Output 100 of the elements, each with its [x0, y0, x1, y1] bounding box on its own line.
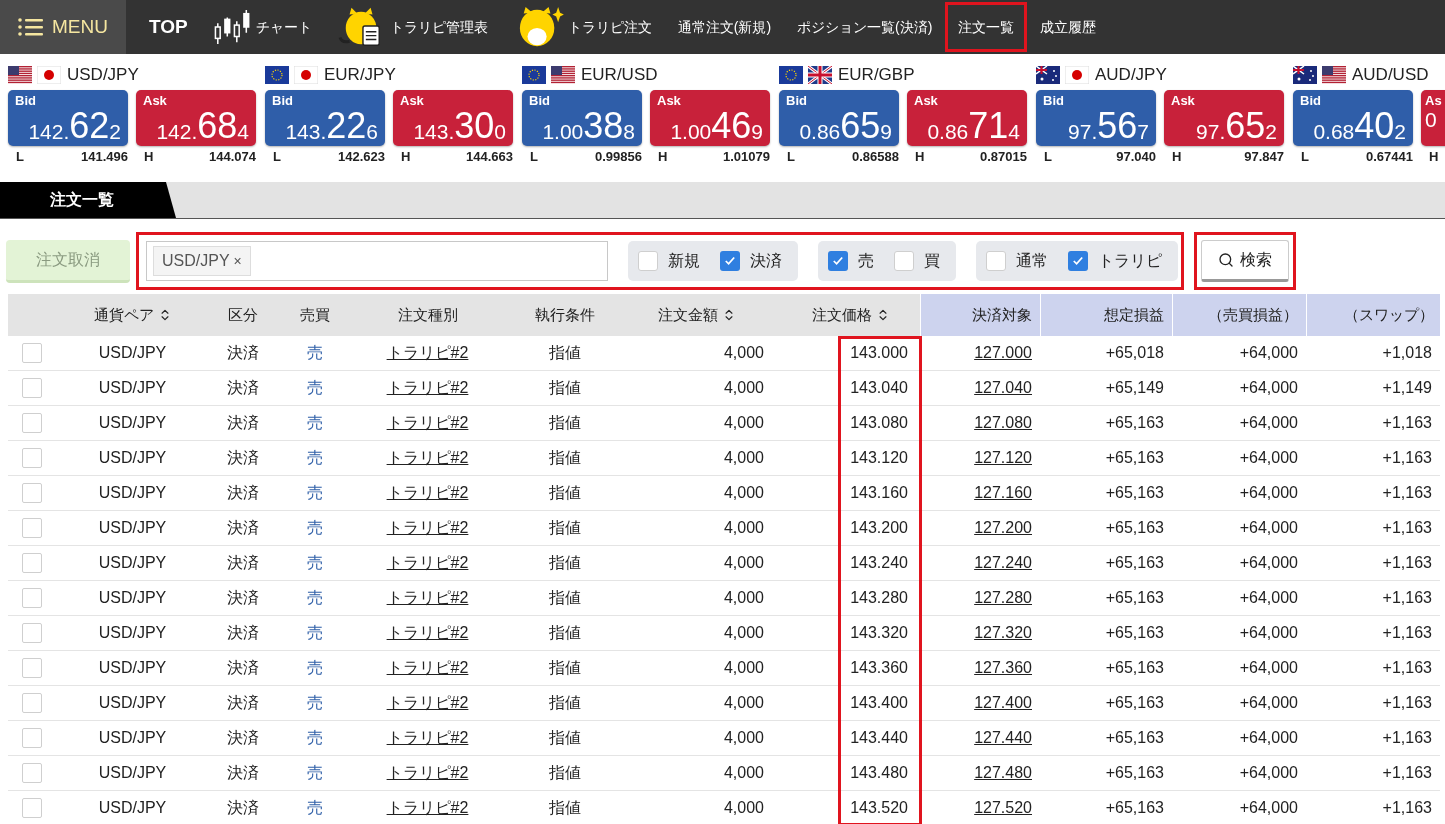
- table-cell-text: 143.000: [850, 343, 908, 363]
- price-label: Bid: [786, 93, 808, 109]
- nav-link[interactable]: 通常注文(新規): [664, 2, 785, 52]
- table-link[interactable]: 127.360: [974, 656, 1032, 680]
- table-link[interactable]: 127.120: [974, 446, 1032, 470]
- bid-price-card[interactable]: Bid 97.567: [1036, 90, 1156, 146]
- nav-link[interactable]: 注文一覧: [945, 2, 1028, 52]
- table-cell-text: +64,000: [1239, 588, 1298, 608]
- row-checkbox[interactable]: [21, 693, 42, 713]
- bid-price-card[interactable]: Bid 142.622: [8, 90, 128, 146]
- price-pips: 22: [326, 109, 367, 143]
- table-link[interactable]: トラリピ#2: [386, 726, 469, 750]
- checkbox[interactable]: [720, 251, 740, 271]
- bid-price-card[interactable]: Bid 0.86659: [779, 90, 899, 146]
- table-link[interactable]: トラリピ#2: [386, 761, 469, 785]
- table-link[interactable]: トラリピ#2: [386, 691, 469, 715]
- table-link[interactable]: トラリピ#2: [386, 481, 469, 505]
- tag-remove[interactable]: ×: [233, 250, 242, 272]
- ask-price-card[interactable]: Ask 142.684: [136, 90, 256, 146]
- price-label: Ask: [657, 93, 682, 109]
- table-link[interactable]: 127.320: [974, 621, 1032, 645]
- table-cell-text: +1,163: [1382, 588, 1432, 608]
- row-checkbox[interactable]: [21, 518, 42, 538]
- ask-price-card[interactable]: Ask 1.00469: [650, 90, 770, 146]
- table-link[interactable]: 127.040: [974, 376, 1032, 400]
- row-checkbox[interactable]: [21, 623, 42, 643]
- table-link[interactable]: 127.240: [974, 551, 1032, 575]
- column-header[interactable]: 注文金額: [658, 303, 736, 327]
- table-link[interactable]: 127.440: [974, 726, 1032, 750]
- table-link[interactable]: トラリピ#2: [386, 551, 469, 575]
- checkbox[interactable]: [1068, 251, 1088, 271]
- price-fraction: 2: [109, 121, 121, 142]
- row-checkbox[interactable]: [21, 763, 42, 783]
- price-digits: 97.: [1068, 121, 1098, 142]
- row-checkbox[interactable]: [21, 658, 42, 678]
- row-checkbox[interactable]: [21, 448, 42, 468]
- price-pips: 65: [1225, 109, 1266, 143]
- nav-link[interactable]: チャート: [200, 2, 325, 52]
- table-cell-text: 決済: [226, 378, 259, 398]
- column-header[interactable]: 注文種別: [397, 303, 458, 327]
- table-link[interactable]: 127.280: [974, 586, 1032, 610]
- row-checkbox[interactable]: [21, 798, 42, 818]
- row-checkbox[interactable]: [21, 553, 42, 573]
- table-link[interactable]: トラリピ#2: [386, 516, 469, 540]
- price-fraction: 6: [366, 121, 378, 142]
- checkbox[interactable]: [894, 251, 914, 271]
- row-checkbox[interactable]: [21, 588, 42, 608]
- checkbox[interactable]: [986, 251, 1006, 271]
- table-link[interactable]: 127.480: [974, 761, 1032, 785]
- nav-link[interactable]: ポジション一覧(決済): [784, 2, 946, 52]
- column-header[interactable]: 執行条件: [535, 303, 595, 327]
- column-header[interactable]: 区分: [227, 303, 258, 327]
- table-cell-text: 4,000: [723, 763, 764, 783]
- bid-price-card[interactable]: Bid 143.226: [265, 90, 385, 146]
- pair-filter-field[interactable]: USD/JPY ×: [146, 241, 608, 281]
- bid-price-card[interactable]: Bid 1.00388: [522, 90, 642, 146]
- table-link[interactable]: 127.160: [974, 481, 1032, 505]
- table-link[interactable]: トラリピ#2: [386, 796, 469, 820]
- ask-price-card[interactable]: As 0: [1421, 90, 1445, 146]
- ask-price-card[interactable]: Ask 0.86714: [907, 90, 1027, 146]
- column-header[interactable]: 注文価格: [812, 303, 890, 327]
- table-link[interactable]: 127.000: [974, 341, 1032, 365]
- table-link[interactable]: トラリピ#2: [386, 341, 469, 365]
- flag-icon: [808, 66, 832, 84]
- table-link[interactable]: 127.200: [974, 516, 1032, 540]
- row-checkbox[interactable]: [21, 413, 42, 433]
- column-header[interactable]: 通貨ペア: [93, 303, 172, 327]
- checkbox[interactable]: [638, 251, 658, 271]
- row-checkbox[interactable]: [21, 343, 42, 363]
- bid-price-card[interactable]: Bid 0.68402: [1293, 90, 1413, 146]
- ask-price-card[interactable]: Ask 97.652: [1164, 90, 1284, 146]
- column-header[interactable]: 売買: [300, 303, 330, 327]
- nav-link[interactable]: TOP: [136, 2, 201, 52]
- search-button[interactable]: 検索: [1201, 240, 1289, 282]
- row-checkbox[interactable]: [21, 728, 42, 748]
- tab[interactable]: 注文一覧: [0, 182, 176, 218]
- high-price: 144.074: [209, 149, 256, 165]
- price-label: Bid: [15, 93, 37, 109]
- table-link[interactable]: トラリピ#2: [386, 586, 469, 610]
- nav-link[interactable]: 成立履歴: [1027, 2, 1110, 52]
- table-cell-text: +1,163: [1382, 623, 1432, 643]
- table-link[interactable]: 127.400: [974, 691, 1032, 715]
- table-cell-text: +64,000: [1239, 378, 1298, 398]
- table-link[interactable]: トラリピ#2: [386, 446, 469, 470]
- checkbox-label: 通常: [1016, 251, 1048, 271]
- ask-price-card[interactable]: Ask 143.300: [393, 90, 513, 146]
- table-link[interactable]: トラリピ#2: [386, 376, 469, 400]
- row-checkbox[interactable]: [21, 483, 42, 503]
- table-link[interactable]: トラリピ#2: [386, 621, 469, 645]
- nav-link[interactable]: トラリピ注文: [500, 2, 665, 52]
- checkbox[interactable]: [828, 251, 848, 271]
- table-cell-text: 決済: [226, 763, 259, 783]
- table-link[interactable]: 127.080: [974, 411, 1032, 435]
- nav-link[interactable]: トラリピ管理表: [324, 2, 501, 52]
- table-link[interactable]: トラリピ#2: [386, 656, 469, 680]
- menu-button[interactable]: MENU: [0, 0, 126, 54]
- table-cell-text: USD/JPY: [98, 378, 167, 398]
- table-link[interactable]: トラリピ#2: [386, 411, 469, 435]
- row-checkbox[interactable]: [21, 378, 42, 398]
- table-link[interactable]: 127.520: [974, 796, 1032, 820]
